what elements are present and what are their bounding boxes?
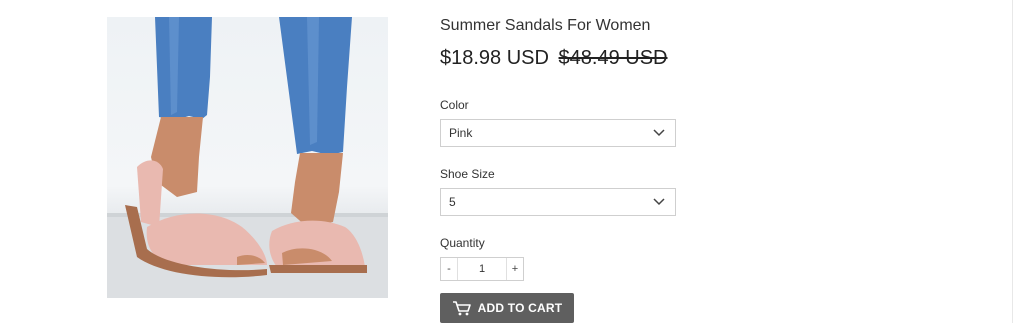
quantity-label: Quantity <box>440 236 485 250</box>
sale-price: $18.98 USD <box>440 47 549 69</box>
color-select[interactable]: Pink <box>440 119 676 147</box>
product-page: Summer Sandals For Women $18.98 USD $48.… <box>0 0 1024 323</box>
page-divider <box>1012 0 1013 323</box>
quantity-stepper: - 1 + <box>440 257 524 281</box>
quantity-input[interactable]: 1 <box>457 258 507 280</box>
color-select-value: Pink <box>449 126 473 140</box>
product-image[interactable] <box>107 17 388 298</box>
shoe-size-label: Shoe Size <box>440 167 495 181</box>
price-row: $18.98 USD $48.49 USD <box>440 47 668 70</box>
quantity-increase-button[interactable]: + <box>507 258 523 280</box>
shoe-size-select-value: 5 <box>449 195 456 209</box>
compare-at-price: $48.49 USD <box>558 47 668 69</box>
sandals-photo <box>107 17 388 298</box>
chevron-down-icon <box>653 129 665 137</box>
shoe-size-select[interactable]: 5 <box>440 188 676 216</box>
chevron-down-icon <box>653 198 665 206</box>
add-to-cart-button[interactable]: ADD TO CART <box>440 293 574 323</box>
quantity-decrease-button[interactable]: - <box>441 258 457 280</box>
add-to-cart-label: ADD TO CART <box>477 301 563 315</box>
cart-icon <box>452 301 471 316</box>
product-title: Summer Sandals For Women <box>440 17 651 34</box>
color-label: Color <box>440 98 469 112</box>
